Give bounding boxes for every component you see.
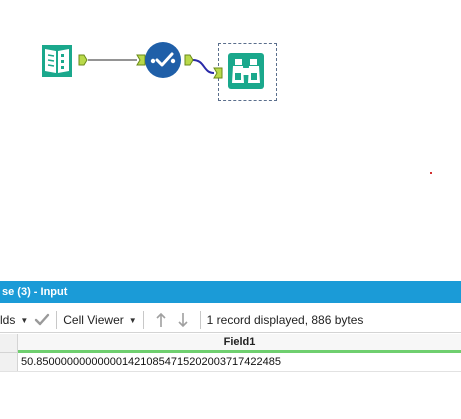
book-icon xyxy=(42,45,72,77)
results-grid[interactable]: Field1 50.850000000000001421085471520200… xyxy=(0,334,461,372)
toolbar-divider xyxy=(56,311,58,329)
row-number-cell xyxy=(0,353,18,371)
arrow-down-icon[interactable] xyxy=(177,312,189,328)
results-title: se (3) - Input xyxy=(0,281,461,303)
check-circle-icon xyxy=(145,42,181,78)
table-row[interactable]: 50.8500000000000014210854715202003717422… xyxy=(0,353,461,372)
column-header-field1[interactable]: Field1 xyxy=(18,334,461,353)
output-anchor[interactable] xyxy=(78,54,88,66)
fields-label: lds xyxy=(0,313,16,327)
cell-viewer-dropdown[interactable]: Cell Viewer ▼ xyxy=(63,308,136,332)
select-tool[interactable] xyxy=(144,41,184,81)
toolbar-divider xyxy=(199,311,201,329)
grid-header: Field1 xyxy=(0,334,461,353)
chevron-down-icon: ▼ xyxy=(128,315,137,325)
row-header-corner xyxy=(0,334,18,352)
results-window: se (3) - Input lds ▼ Cell Viewer ▼ 1 rec… xyxy=(0,281,461,419)
chevron-down-icon: ▼ xyxy=(20,315,29,325)
fields-dropdown[interactable]: lds ▼ xyxy=(0,308,28,332)
arrow-up-icon[interactable] xyxy=(155,312,167,328)
input-anchor[interactable] xyxy=(213,67,223,79)
record-info: 1 record displayed, 886 bytes xyxy=(206,313,364,327)
canvas-marker xyxy=(430,172,432,174)
toolbar-divider xyxy=(142,311,144,329)
connection-select-to-browse xyxy=(192,59,215,74)
output-anchor[interactable] xyxy=(184,54,194,66)
checkmark-icon[interactable] xyxy=(34,312,50,328)
binoculars-icon xyxy=(228,53,264,89)
workflow-canvas[interactable] xyxy=(0,0,461,272)
table-cell[interactable]: 50.8500000000000014210854715202003717422… xyxy=(18,353,461,371)
input-data-tool[interactable] xyxy=(37,41,77,81)
cell-viewer-label: Cell Viewer xyxy=(63,313,124,327)
browse-tool[interactable] xyxy=(226,51,266,91)
results-toolbar: lds ▼ Cell Viewer ▼ 1 record displayed, … xyxy=(0,308,461,333)
